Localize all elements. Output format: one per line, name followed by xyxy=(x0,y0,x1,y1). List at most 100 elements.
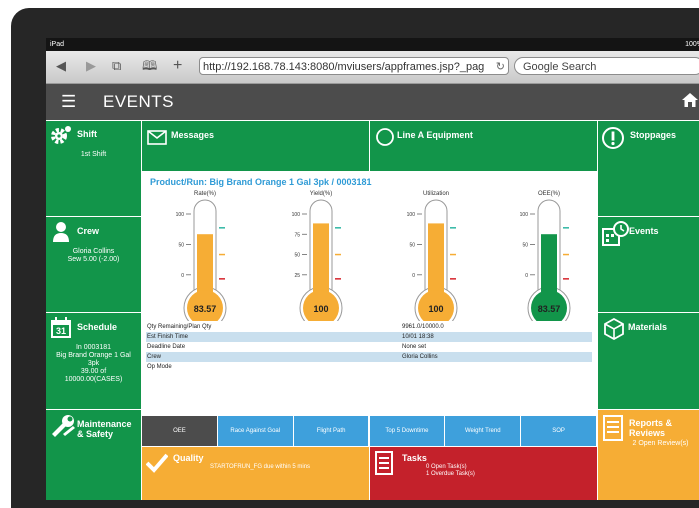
person-icon xyxy=(53,222,69,242)
device-bezel: iPad 100% ◀ ▶ ⧉ 🕮 + http://192.168.78.14… xyxy=(11,8,699,508)
gauge-tick-label: 100 xyxy=(520,212,529,218)
gear-icon xyxy=(51,126,71,144)
schedule-tile[interactable]: 31 Schedule In 0003181 Big Brand Orange … xyxy=(46,313,141,409)
maintenance-title-2: & Safety xyxy=(77,429,114,439)
quality-title: Quality xyxy=(173,453,204,463)
thermometer-gauge: Yield(%) 100 100 75 50 25 xyxy=(292,191,343,321)
calendar-icon: 31 xyxy=(51,317,71,338)
status-bar: iPad 100% xyxy=(46,38,699,51)
crew-size: Sew 5.00 (-2.00) xyxy=(67,256,120,263)
materials-tile[interactable]: Materials xyxy=(598,313,699,409)
gauge-value: 100 xyxy=(428,304,443,314)
thermometer-gauge: OEE(%) 83.57 100 50 0 xyxy=(520,191,571,321)
tasks-overdue: 1 Overdue Task(s) xyxy=(426,471,475,477)
cube-icon xyxy=(604,318,624,340)
url-field[interactable]: http://192.168.78.143:8080/mviusers/appf… xyxy=(199,57,509,75)
gauges-area: Rate(%) 83.57 100 50 0 Yield(%) 100 100 75 50 25 Ut… xyxy=(176,191,571,321)
tasks-tile[interactable]: Tasks 0 Open Task(s) 1 Overdue Task(s) xyxy=(370,447,597,500)
property-label: Est Finish Time xyxy=(147,334,189,340)
calendar-clock-icon xyxy=(602,221,629,246)
stoppages-tile[interactable]: Stoppages xyxy=(598,121,699,216)
url-text: http://192.168.78.143:8080/mviusers/appf… xyxy=(203,61,485,73)
gauge-value: 100 xyxy=(313,304,328,314)
gauge-tick-label: 100 xyxy=(176,212,185,218)
line-equipment-tile[interactable]: Line A Equipment xyxy=(370,121,597,171)
calendar-day: 31 xyxy=(56,326,66,336)
schedule-pack: 3pk xyxy=(87,360,100,367)
maintenance-tile[interactable]: Maintenance & Safety xyxy=(46,410,141,500)
gauge-tick-label: 100 xyxy=(407,212,416,218)
property-row: Crew Gloria Collins xyxy=(146,352,592,362)
browser-toolbar: ◀ ▶ ⧉ 🕮 + http://192.168.78.143:8080/mvi… xyxy=(46,51,699,84)
stoppages-title: Stoppages xyxy=(630,130,677,140)
property-row: Deadline Date None set xyxy=(146,342,592,352)
chart-button-weight-trend[interactable]: Weight Trend xyxy=(445,416,521,446)
schedule-title: Schedule xyxy=(77,322,118,332)
gauge-title: OEE(%) xyxy=(538,191,560,197)
envelope-icon xyxy=(147,130,167,145)
schedule-total: 10000.00(CASES) xyxy=(64,376,123,383)
property-label: Deadline Date xyxy=(147,344,186,350)
gauge-tick-label: 50 xyxy=(294,253,300,259)
reports-tile[interactable]: Reports & Reviews 2 Open Review(s) xyxy=(598,410,699,500)
gauge-tick-label: 50 xyxy=(522,242,528,248)
gauge-tick-label: 50 xyxy=(178,242,184,248)
gauge-value: 83.57 xyxy=(538,304,561,314)
chart-buttons: OEE Race Against Goal Flight Path Top 5 Dow… xyxy=(142,416,597,446)
carrier-label: iPad xyxy=(50,41,65,48)
reload-icon[interactable]: ↻ xyxy=(496,58,505,74)
reports-title-2: Reviews xyxy=(629,428,666,438)
gauge-tick-label: 0 xyxy=(412,273,415,279)
property-value: Gloria Collins xyxy=(402,354,438,360)
property-row: Qty Remaining/Plan Qty 9961.0/10000.0 xyxy=(146,322,592,332)
property-label: Op Mode xyxy=(147,364,172,370)
shift-tile[interactable]: Shift 1st Shift xyxy=(46,121,141,216)
property-value: 10/01 18:38 xyxy=(402,334,434,340)
gauge-fill xyxy=(428,223,444,300)
search-input[interactable]: Google Search xyxy=(514,57,699,75)
wrench-icon xyxy=(52,415,75,437)
gauge-tick-label: 50 xyxy=(409,242,415,248)
crew-tile[interactable]: Crew Gloria Collins Sew 5.00 (-2.00) xyxy=(46,217,141,312)
tasks-title: Tasks xyxy=(402,453,427,463)
gauge-title: Utilization xyxy=(423,191,449,197)
materials-title: Materials xyxy=(628,322,668,332)
quality-tile[interactable]: Quality STARTOFRUN_FG due within 5 mins xyxy=(142,447,369,500)
add-icon[interactable]: + xyxy=(173,58,182,74)
chart-button-top-5-downtime[interactable]: Top 5 Downtime xyxy=(369,416,445,446)
events-tile[interactable]: Events xyxy=(598,217,699,312)
crew-name: Gloria Collins xyxy=(72,248,115,255)
gauge-title: Rate(%) xyxy=(194,191,216,197)
tabs-icon[interactable]: ⧉ xyxy=(112,58,121,74)
thermometer-gauge: Rate(%) 83.57 100 50 0 xyxy=(176,191,227,321)
alert-icon xyxy=(602,127,624,149)
property-label: Qty Remaining/Plan Qty xyxy=(147,324,212,330)
reports-open-count: 2 Open Review(s) xyxy=(632,440,689,447)
run-panel: Product/Run: Big Brand Orange 1 Gal 3pk … xyxy=(142,172,597,415)
run-properties: Qty Remaining/Plan Qty 9961.0/10000.0 Est … xyxy=(146,322,592,372)
document-list-icon xyxy=(603,415,623,441)
bookmarks-icon[interactable]: 🕮 xyxy=(142,58,157,74)
chart-button-sop[interactable]: SOP xyxy=(521,416,596,446)
gauge-value: 83.57 xyxy=(194,304,217,314)
gauge-tick-label: 100 xyxy=(292,212,301,218)
chart-button-oee[interactable]: OEE xyxy=(142,416,217,446)
back-icon[interactable]: ◀ xyxy=(56,58,66,74)
gauge-icon xyxy=(376,128,394,146)
home-icon[interactable] xyxy=(681,91,699,109)
events-title: Events xyxy=(629,226,659,236)
gauge-title: Yield(%) xyxy=(310,191,332,197)
forward-icon[interactable]: ▶ xyxy=(86,58,96,74)
messages-tile[interactable]: Messages xyxy=(142,121,369,171)
line-equipment-title: Line A Equipment xyxy=(397,130,473,140)
schedule-progress: 39.00 of xyxy=(80,368,107,375)
chart-button-flight-path[interactable]: Flight Path xyxy=(293,416,369,446)
chart-button-race-against-goal[interactable]: Race Against Goal xyxy=(217,416,293,446)
property-row: Op Mode xyxy=(146,362,592,372)
menu-icon[interactable]: ☰ xyxy=(61,93,76,111)
gauge-tick-label: 0 xyxy=(525,273,528,279)
device-screen: iPad 100% ◀ ▶ ⧉ 🕮 + http://192.168.78.14… xyxy=(46,38,699,500)
battery-label: 100% xyxy=(685,41,699,48)
reports-title: Reports & xyxy=(629,418,673,428)
thermometer-gauge: Utilization 100 100 50 0 xyxy=(407,191,458,321)
